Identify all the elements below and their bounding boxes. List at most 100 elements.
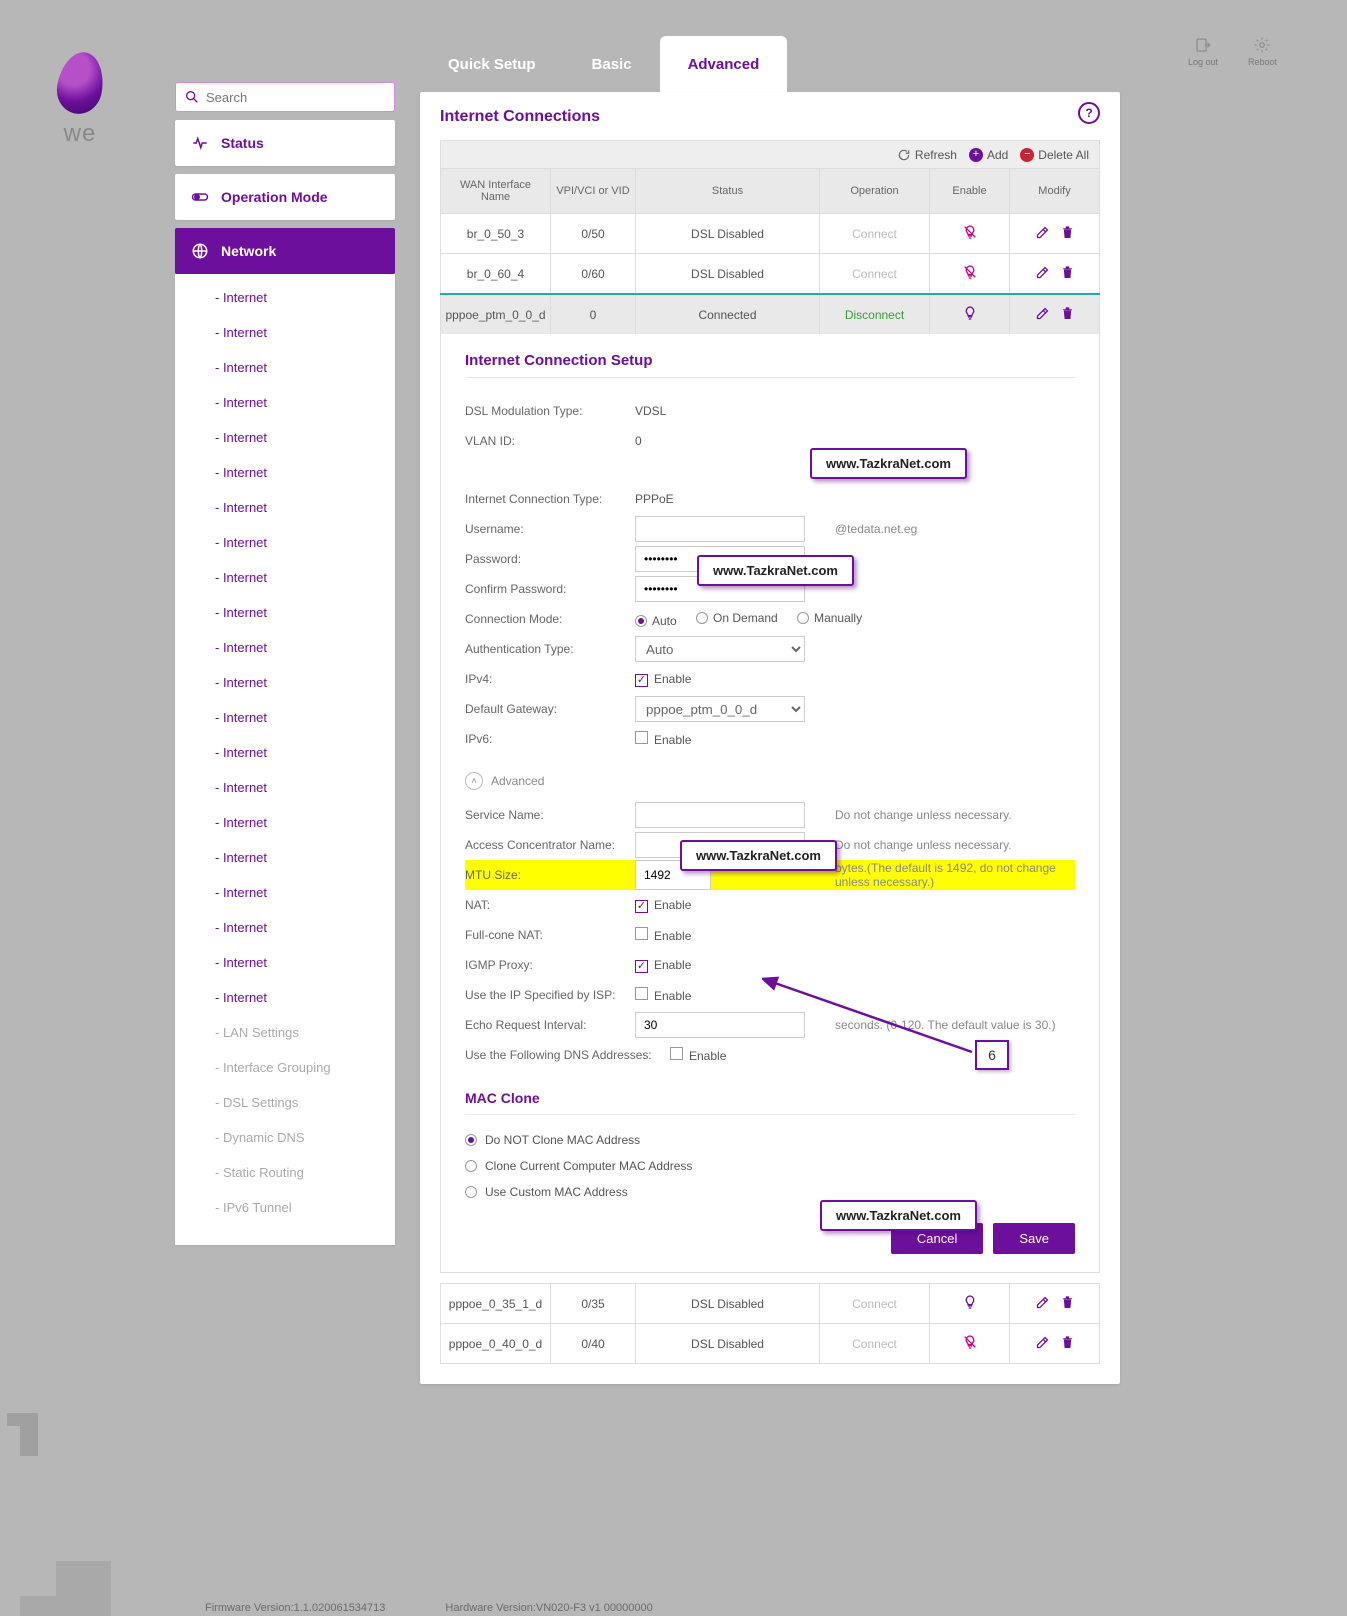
delete-all-button[interactable]: − Delete All (1020, 148, 1089, 162)
cmode-manual-radio[interactable]: Manually (797, 611, 862, 625)
sidebar-item[interactable]: - DSL Settings (175, 1085, 395, 1120)
cell-modify (1010, 254, 1100, 295)
add-button[interactable]: + Add (969, 148, 1008, 162)
sidebar-item-internet[interactable]: - Internet (175, 595, 395, 630)
ipv6-checkbox[interactable] (635, 731, 648, 744)
sidebar-item-internet[interactable]: - Internet (175, 315, 395, 350)
sidebar-item-internet[interactable]: - Internet (175, 525, 395, 560)
cancel-button[interactable]: Cancel (891, 1223, 983, 1254)
sidebar-item[interactable]: - LAN Settings (175, 1015, 395, 1050)
delete-icon[interactable] (1060, 265, 1075, 280)
tab-basic[interactable]: Basic (564, 36, 660, 92)
auth-type-select[interactable]: Auto (635, 636, 805, 662)
table-row[interactable]: pppoe_ptm_0_0_d0ConnectedDisconnect (441, 294, 1100, 334)
mac-clone-current-radio[interactable]: Clone Current Computer MAC Address (465, 1153, 1075, 1179)
service-name-input[interactable] (635, 802, 805, 828)
refresh-button[interactable]: Refresh (897, 148, 957, 162)
sidebar-item-internet[interactable]: - Internet (175, 350, 395, 385)
sidebar-item[interactable]: - Dynamic DNS (175, 1120, 395, 1155)
ipv4-checkbox[interactable] (635, 674, 648, 687)
isp-ip-checkbox[interactable] (635, 987, 648, 1000)
connection-setup-panel: Internet Connection Setup DSL Modulation… (440, 334, 1100, 1273)
reboot-button[interactable]: Reboot (1248, 36, 1277, 67)
mac-custom-radio[interactable]: Use Custom MAC Address (465, 1179, 1075, 1205)
table-row[interactable]: pppoe_0_35_1_d0/35DSL DisabledConnect (441, 1284, 1100, 1324)
edit-icon[interactable] (1035, 225, 1050, 240)
cell-enable[interactable] (930, 254, 1010, 295)
bulb-icon[interactable] (962, 264, 978, 280)
table-row[interactable]: br_0_50_30/50DSL DisabledConnect (441, 214, 1100, 254)
sidebar-item[interactable]: - Static Routing (175, 1155, 395, 1190)
sidebar-item-internet[interactable]: - Internet (175, 735, 395, 770)
tab-quick-setup[interactable]: Quick Setup (420, 36, 564, 92)
cell-operation[interactable]: Connect (820, 254, 930, 295)
cell-operation[interactable]: Connect (820, 1284, 930, 1324)
edit-icon[interactable] (1035, 1295, 1050, 1310)
sidebar-item-internet[interactable]: - Internet (175, 385, 395, 420)
edit-icon[interactable] (1035, 306, 1050, 321)
sidebar-item-internet[interactable]: - Internet (175, 910, 395, 945)
table-row[interactable]: pppoe_0_40_0_d0/40DSL DisabledConnect (441, 1324, 1100, 1364)
cell-vpi: 0/60 (551, 254, 636, 295)
save-button[interactable]: Save (993, 1223, 1075, 1254)
sidebar-item-internet[interactable]: - Internet (175, 630, 395, 665)
sidebar-item-internet[interactable]: - Internet (175, 980, 395, 1015)
help-button[interactable]: ? (1078, 102, 1100, 124)
tab-advanced[interactable]: Advanced (660, 36, 788, 92)
sidebar-item-internet[interactable]: - Internet (175, 490, 395, 525)
igmp-checkbox[interactable] (635, 960, 648, 973)
cell-enable[interactable] (930, 294, 1010, 334)
sidebar-item-internet[interactable]: - Internet (175, 700, 395, 735)
advanced-toggle[interactable]: ˄Advanced (465, 772, 1075, 790)
edit-icon[interactable] (1035, 265, 1050, 280)
cell-operation[interactable]: Disconnect (820, 294, 930, 334)
bulb-icon[interactable] (962, 224, 978, 240)
echo-input[interactable] (635, 1012, 805, 1038)
mtu-input[interactable] (635, 860, 711, 890)
confirm-password-input[interactable] (635, 576, 805, 602)
sidebar-network[interactable]: Network (175, 228, 395, 274)
logout-button[interactable]: Log out (1188, 36, 1218, 67)
sidebar-item-internet[interactable]: - Internet (175, 665, 395, 700)
sidebar-operation-mode[interactable]: Operation Mode (175, 174, 395, 220)
sidebar-item-internet[interactable]: - Internet (175, 805, 395, 840)
cmode-auto-radio[interactable]: Auto (635, 614, 677, 628)
delete-icon[interactable] (1060, 1335, 1075, 1350)
sidebar-item-internet[interactable]: - Internet (175, 770, 395, 805)
cell-operation[interactable]: Connect (820, 1324, 930, 1364)
bulb-icon[interactable] (962, 1334, 978, 1350)
cell-enable[interactable] (930, 214, 1010, 254)
nat-checkbox[interactable] (635, 900, 648, 913)
concentrator-input[interactable] (635, 832, 805, 858)
fullcone-nat-checkbox[interactable] (635, 927, 648, 940)
sidebar-item-internet[interactable]: - Internet (175, 420, 395, 455)
sidebar-item-internet[interactable]: - Internet (175, 280, 395, 315)
sidebar-item[interactable]: - Interface Grouping (175, 1050, 395, 1085)
edit-icon[interactable] (1035, 1335, 1050, 1350)
sidebar-item[interactable]: - IPv6 Tunnel (175, 1190, 395, 1225)
sidebar-item-internet[interactable]: - Internet (175, 945, 395, 980)
table-row[interactable]: br_0_60_40/60DSL DisabledConnect (441, 254, 1100, 295)
username-input[interactable] (635, 516, 805, 542)
cell-enable[interactable] (930, 1324, 1010, 1364)
sidebar-item-internet[interactable]: - Internet (175, 840, 395, 875)
cell-enable[interactable] (930, 1284, 1010, 1324)
cmode-demand-radio[interactable]: On Demand (696, 611, 778, 625)
search-box[interactable] (175, 82, 395, 112)
delete-icon[interactable] (1060, 225, 1075, 240)
password-input[interactable] (635, 546, 805, 572)
cell-operation[interactable]: Connect (820, 214, 930, 254)
sidebar-item-internet[interactable]: - Internet (175, 455, 395, 490)
sidebar-status[interactable]: Status (175, 120, 395, 166)
cmode-auto-label: Auto (652, 614, 677, 628)
gateway-select[interactable]: pppoe_ptm_0_0_d (635, 696, 805, 722)
dns-checkbox[interactable] (670, 1047, 683, 1060)
sidebar-item-internet[interactable]: - Internet (175, 560, 395, 595)
mac-noclone-radio[interactable]: Do NOT Clone MAC Address (465, 1127, 1075, 1153)
delete-icon[interactable] (1060, 306, 1075, 321)
bulb-icon[interactable] (962, 1294, 978, 1310)
search-input[interactable] (206, 90, 386, 105)
bulb-icon[interactable] (962, 305, 978, 321)
sidebar-item-internet[interactable]: - Internet (175, 875, 395, 910)
delete-icon[interactable] (1060, 1295, 1075, 1310)
